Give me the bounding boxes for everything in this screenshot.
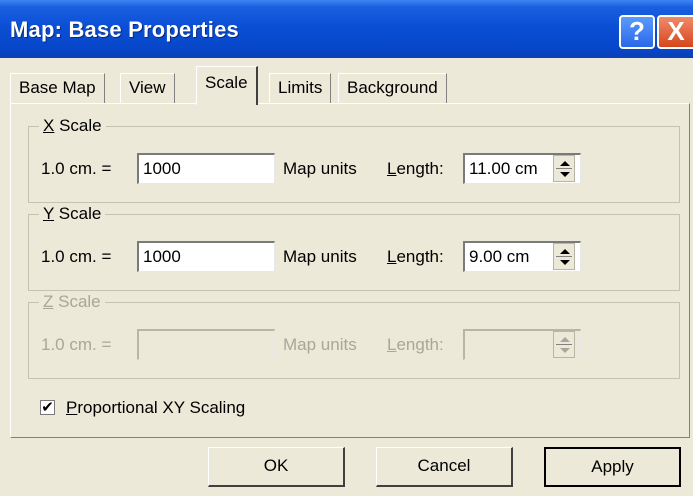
spin-up-icon: [560, 337, 570, 342]
apply-button[interactable]: Apply: [544, 447, 681, 487]
x-length-label: Length:: [387, 159, 444, 178]
tab-strip: Base Map View Scale Limits Background: [10, 58, 690, 105]
y-scale-legend: Y Scale: [39, 203, 106, 225]
window-title: Map: Base Properties: [10, 17, 239, 42]
spin-down-icon[interactable]: [560, 172, 570, 177]
z-cm-label: 1.0 cm. =: [41, 335, 112, 354]
tab-background[interactable]: Background: [338, 73, 447, 103]
x-scale-group: X Scale 1.0 cm. = 1000 Map units Length:…: [28, 115, 680, 203]
z-length-label: Length:: [387, 335, 444, 354]
x-cm-label: 1.0 cm. =: [41, 159, 112, 178]
dialog-window: Map: Base Properties ? X Base Map View S…: [0, 0, 693, 496]
y-map-units-input[interactable]: 1000: [137, 241, 275, 272]
x-scale-legend: X Scale: [39, 115, 106, 137]
tab-limits[interactable]: Limits: [269, 73, 332, 103]
y-length-label: Length:: [387, 247, 444, 266]
y-map-units-label: Map units: [283, 247, 357, 266]
x-length-spinner[interactable]: [553, 155, 575, 182]
spin-down-icon[interactable]: [560, 260, 570, 265]
x-map-units-label: Map units: [283, 159, 357, 178]
spin-up-icon[interactable]: [560, 249, 570, 254]
tab-view[interactable]: View: [120, 73, 175, 103]
tab-scale[interactable]: Scale: [196, 66, 258, 105]
z-map-units-input: [137, 329, 275, 360]
close-button[interactable]: X: [657, 15, 693, 49]
x-map-units-input[interactable]: 1000: [137, 153, 275, 184]
z-map-units-label: Map units: [283, 335, 357, 354]
y-length-spinner[interactable]: [553, 243, 575, 270]
spin-down-icon: [560, 348, 570, 353]
z-length-spinner: [553, 331, 575, 358]
y-cm-label: 1.0 cm. =: [41, 247, 112, 266]
cancel-button[interactable]: Cancel: [376, 447, 513, 487]
y-scale-group: Y Scale 1.0 cm. = 1000 Map units Length:…: [28, 203, 680, 291]
tab-base-map[interactable]: Base Map: [10, 73, 105, 103]
help-button[interactable]: ?: [619, 15, 655, 49]
z-scale-group: Z Scale 1.0 cm. = Map units Length:: [28, 291, 680, 379]
proportional-xy-checkbox[interactable]: ✔: [40, 400, 55, 415]
spin-up-icon[interactable]: [560, 161, 570, 166]
proportional-xy-label[interactable]: Proportional XY Scaling: [66, 396, 245, 420]
z-scale-legend: Z Scale: [39, 291, 105, 313]
ok-button[interactable]: OK: [208, 447, 345, 487]
title-bar[interactable]: Map: Base Properties ? X: [0, 0, 693, 58]
